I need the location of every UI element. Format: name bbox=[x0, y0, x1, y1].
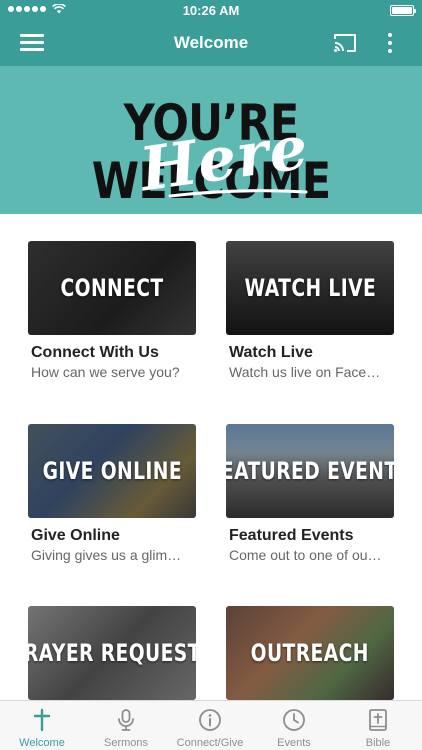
card-connect[interactable]: CONNECT Connect With Us How can we serve… bbox=[28, 241, 196, 380]
card-image-connect: CONNECT bbox=[28, 241, 196, 335]
card-subtitle: How can we serve you? bbox=[31, 364, 180, 380]
card-watch-live[interactable]: WATCH LIVE Watch Live Watch us live on F… bbox=[226, 241, 394, 380]
card-prayer-requests[interactable]: PRAYER REQUESTS bbox=[28, 606, 196, 700]
clock-icon bbox=[283, 709, 305, 731]
card-image-give-online: GIVE ONLINE bbox=[28, 424, 196, 518]
card-title: Connect With Us bbox=[31, 344, 159, 361]
card-title: Watch Live bbox=[229, 344, 313, 361]
status-bar: 10:26 AM bbox=[0, 0, 422, 20]
card-subtitle: Giving gives us a glim… bbox=[31, 547, 182, 563]
tab-label: Bible bbox=[365, 737, 391, 749]
card-image-watch-live: WATCH LIVE bbox=[226, 241, 394, 335]
card-image-label: PRAYER REQUESTS bbox=[28, 639, 196, 667]
card-image-label: CONNECT bbox=[60, 274, 164, 302]
tab-label: Events bbox=[277, 737, 311, 749]
tab-events[interactable]: Events bbox=[252, 701, 336, 750]
tab-label: Connect/Give bbox=[176, 737, 244, 749]
tab-bar: Welcome Sermons Connect/Give Events Bibl… bbox=[0, 700, 422, 750]
battery-icon bbox=[390, 5, 416, 16]
card-featured-events[interactable]: FEATURED EVENTS Featured Events Come out… bbox=[226, 424, 394, 563]
more-options-button[interactable] bbox=[380, 31, 400, 55]
tab-connect-give[interactable]: Connect/Give bbox=[168, 701, 252, 750]
info-icon bbox=[199, 709, 221, 731]
card-title: Featured Events bbox=[229, 527, 354, 544]
card-image-label: WATCH LIVE bbox=[244, 274, 376, 302]
tab-welcome[interactable]: Welcome bbox=[0, 701, 84, 750]
card-image-label: FEATURED EVENTS bbox=[226, 457, 394, 485]
page-title: Welcome bbox=[173, 33, 249, 52]
more-vertical-icon bbox=[388, 33, 392, 37]
tab-sermons[interactable]: Sermons bbox=[84, 701, 168, 750]
content-grid: CONNECT Connect With Us How can we serve… bbox=[0, 214, 422, 700]
card-subtitle: Come out to one of ou… bbox=[229, 547, 382, 563]
card-image-outreach: OUTREACH bbox=[226, 606, 394, 700]
banner-underline-icon bbox=[168, 189, 308, 198]
cross-icon bbox=[33, 708, 51, 732]
status-time: 10:26 AM bbox=[182, 3, 240, 18]
microphone-icon bbox=[118, 709, 134, 731]
bible-icon bbox=[369, 709, 387, 731]
tab-label: Sermons bbox=[103, 737, 149, 749]
card-give-online[interactable]: GIVE ONLINE Give Online Giving gives us … bbox=[28, 424, 196, 563]
nav-bar: Welcome bbox=[0, 20, 422, 66]
welcome-banner: YOU’RE WELCOME Here bbox=[0, 66, 422, 214]
tab-label: Welcome bbox=[19, 737, 65, 749]
card-subtitle: Watch us live on Face… bbox=[229, 364, 381, 380]
card-title: Give Online bbox=[31, 527, 120, 544]
card-image-label: OUTREACH bbox=[250, 639, 370, 667]
card-image-label: GIVE ONLINE bbox=[42, 457, 182, 485]
card-outreach[interactable]: OUTREACH bbox=[226, 606, 394, 700]
card-image-featured-events: FEATURED EVENTS bbox=[226, 424, 394, 518]
cast-icon[interactable] bbox=[332, 32, 358, 54]
card-image-prayer-requests: PRAYER REQUESTS bbox=[28, 606, 196, 700]
tab-bible[interactable]: Bible bbox=[336, 701, 420, 750]
